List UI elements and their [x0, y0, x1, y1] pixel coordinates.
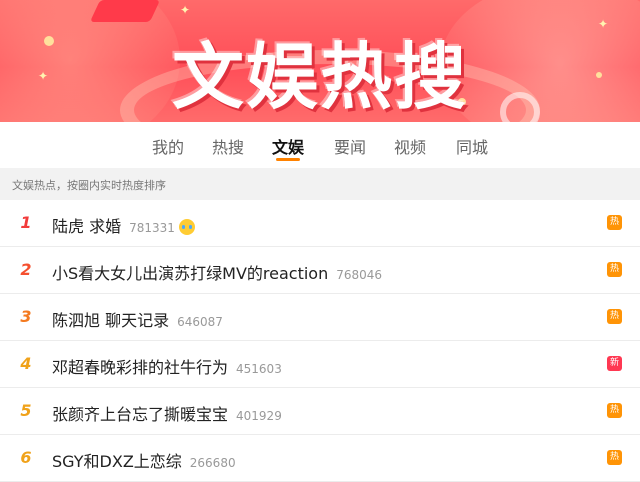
heat-count: 451603: [236, 362, 282, 376]
topic-title[interactable]: 张颜齐上台忘了撕暖宝宝 401929: [52, 401, 282, 425]
tab-local[interactable]: 同城: [456, 134, 488, 158]
rank-number: 1: [20, 213, 32, 232]
new-badge: 新: [607, 356, 622, 371]
list-item[interactable]: 3 陈泗旭 聊天记录 646087 热: [0, 294, 640, 341]
heat-count: 781331: [129, 221, 175, 235]
crying-face-icon: [178, 219, 195, 235]
rank-number: 5: [20, 401, 32, 420]
tab-mine[interactable]: 我的: [152, 134, 184, 158]
topic-text: 陈泗旭 聊天记录: [52, 311, 170, 330]
hot-badge: 热: [607, 309, 622, 324]
hot-badge: 热: [607, 262, 622, 277]
banner: ✦ ✦ ✦ 文娱热搜: [0, 0, 640, 122]
hot-badge: 热: [607, 215, 622, 230]
list-item[interactable]: 1 陆虎 求婚 781331 热: [0, 200, 640, 247]
list-item[interactable]: 4 邓超春晚彩排的社牛行为 451603 新: [0, 341, 640, 388]
topic-title[interactable]: 陈泗旭 聊天记录 646087: [52, 307, 223, 331]
topic-title[interactable]: 小S看大女儿出演苏打绿MV的reaction 768046: [52, 260, 382, 284]
hot-badge: 热: [607, 450, 622, 465]
topic-text: 邓超春晚彩排的社牛行为: [52, 358, 229, 377]
heat-count: 646087: [177, 315, 223, 329]
tab-entertainment[interactable]: 文娱: [272, 134, 304, 158]
active-tab-indicator: [276, 158, 300, 161]
list-description: 文娱热点，按圈内实时热度排序: [0, 168, 640, 200]
topic-title[interactable]: 陆虎 求婚 781331: [52, 213, 195, 237]
list-item[interactable]: 6 SGY和DXZ上恋综 266680 热: [0, 435, 640, 482]
heat-count: 401929: [236, 409, 282, 423]
rank-number: 3: [20, 307, 32, 326]
hot-badge: 热: [607, 403, 622, 418]
topic-text: 张颜齐上台忘了撕暖宝宝: [52, 405, 229, 424]
topic-title[interactable]: SGY和DXZ上恋综 266680: [52, 448, 236, 472]
topic-title[interactable]: 邓超春晚彩排的社牛行为 451603: [52, 354, 282, 378]
rank-number: 4: [20, 354, 32, 373]
rank-number: 6: [20, 448, 32, 467]
rank-number: 2: [20, 260, 32, 279]
heat-count: 768046: [336, 268, 383, 282]
topic-text: SGY和DXZ上恋综: [52, 452, 182, 471]
tab-hot-search[interactable]: 热搜: [212, 134, 244, 158]
list-item[interactable]: 5 张颜齐上台忘了撕暖宝宝 401929 热: [0, 388, 640, 435]
sparkle-icon: ✦: [180, 3, 191, 17]
tab-bar: 我的 热搜 文娱 要闻 视频 同城: [0, 122, 640, 166]
banner-title: 文娱热搜: [171, 35, 468, 119]
list-item[interactable]: 2 小S看大女儿出演苏打绿MV的reaction 768046 热: [0, 247, 640, 294]
heat-count: 266680: [189, 456, 236, 470]
topic-text: 陆虎 求婚: [52, 217, 122, 236]
tab-news[interactable]: 要闻: [334, 134, 366, 158]
tab-video[interactable]: 视频: [394, 134, 426, 158]
topic-text: 小S看大女儿出演苏打绿MV的reaction: [52, 264, 329, 283]
